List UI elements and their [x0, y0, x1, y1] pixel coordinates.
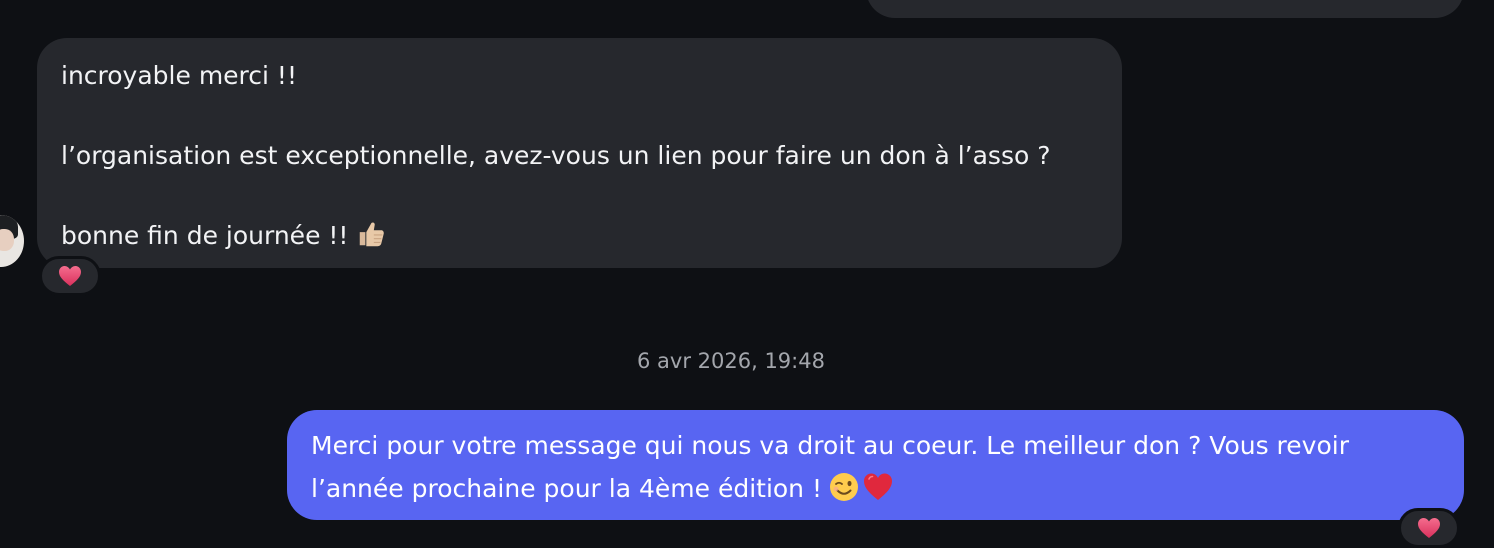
heart-icon [59, 266, 81, 286]
incoming-message-bubble[interactable]: incroyable merci !! l’organisation est e… [37, 38, 1122, 268]
outgoing-message-line: Merci pour votre message qui nous va dro… [311, 431, 1349, 460]
avatar-face [0, 229, 14, 251]
thumbs-up-icon [360, 222, 385, 247]
previous-message-bubble[interactable] [866, 0, 1464, 18]
incoming-message-line: l’organisation est exceptionnelle, avez-… [61, 141, 1051, 170]
reaction-badge[interactable] [39, 256, 101, 296]
outgoing-message-line: l’année prochaine pour la 4ème édition ! [311, 474, 822, 503]
avatar[interactable] [0, 215, 24, 267]
heart-icon [1418, 518, 1440, 538]
chat-view: incroyable merci !! l’organisation est e… [0, 0, 1494, 548]
heart-icon [864, 473, 892, 500]
incoming-message-line: bonne fin de journée !! [61, 221, 349, 250]
incoming-message-line: incroyable merci !! [61, 61, 297, 90]
message-timestamp: 6 avr 2026, 19:48 [637, 349, 825, 373]
reaction-badge[interactable] [1398, 508, 1460, 548]
wink-icon [830, 473, 858, 501]
outgoing-message-bubble[interactable]: Merci pour votre message qui nous va dro… [287, 410, 1464, 520]
